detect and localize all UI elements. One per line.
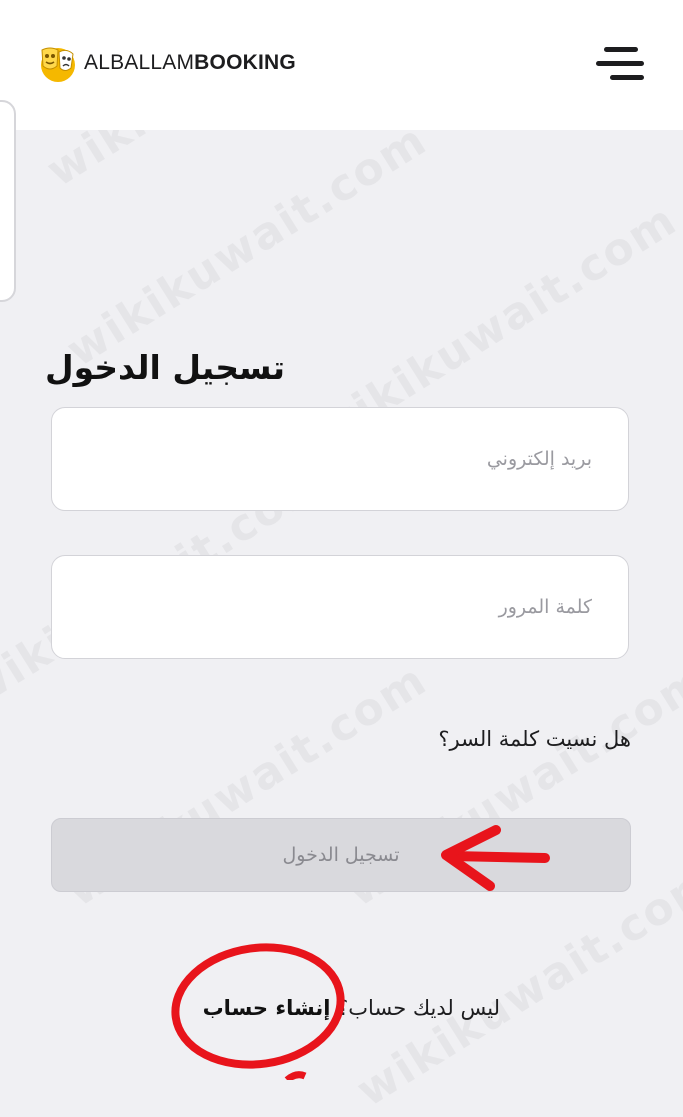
annotation-overlay (171, 825, 550, 1080)
email-input[interactable] (52, 408, 628, 510)
watermark-text: wikikuwait.com (57, 114, 437, 377)
page-title: تسجيل الدخول (44, 348, 285, 387)
hamburger-menu-icon[interactable] (596, 44, 646, 84)
brand-name-bold: BOOKING (194, 51, 296, 74)
password-field[interactable] (51, 555, 629, 659)
mask-logo-icon (41, 47, 75, 82)
login-button[interactable]: تسجيل الدخول (51, 818, 631, 892)
no-account-text: ليس لديك حساب؟ (330, 996, 500, 1020)
password-input[interactable] (52, 556, 628, 658)
forgot-password-link[interactable]: هل نسيت كلمة السر؟ (438, 727, 631, 751)
brand-name-light: ALBALLAM (84, 51, 195, 74)
create-account-link[interactable]: إنشاء حساب (203, 996, 331, 1020)
watermark-text: wikikuwait.com (347, 854, 683, 1117)
brand-name: ALBALLAMBOOKING (84, 51, 296, 75)
side-drawer-tab[interactable] (0, 100, 16, 302)
red-mark-fragment (284, 1071, 307, 1080)
email-field[interactable] (51, 407, 629, 511)
top-header: ALBALLAMBOOKING (0, 0, 683, 130)
brand-logo[interactable]: ALBALLAMBOOKING (36, 40, 296, 86)
signup-prompt: ليس لديك حساب؟ إنشاء حساب (203, 996, 500, 1020)
